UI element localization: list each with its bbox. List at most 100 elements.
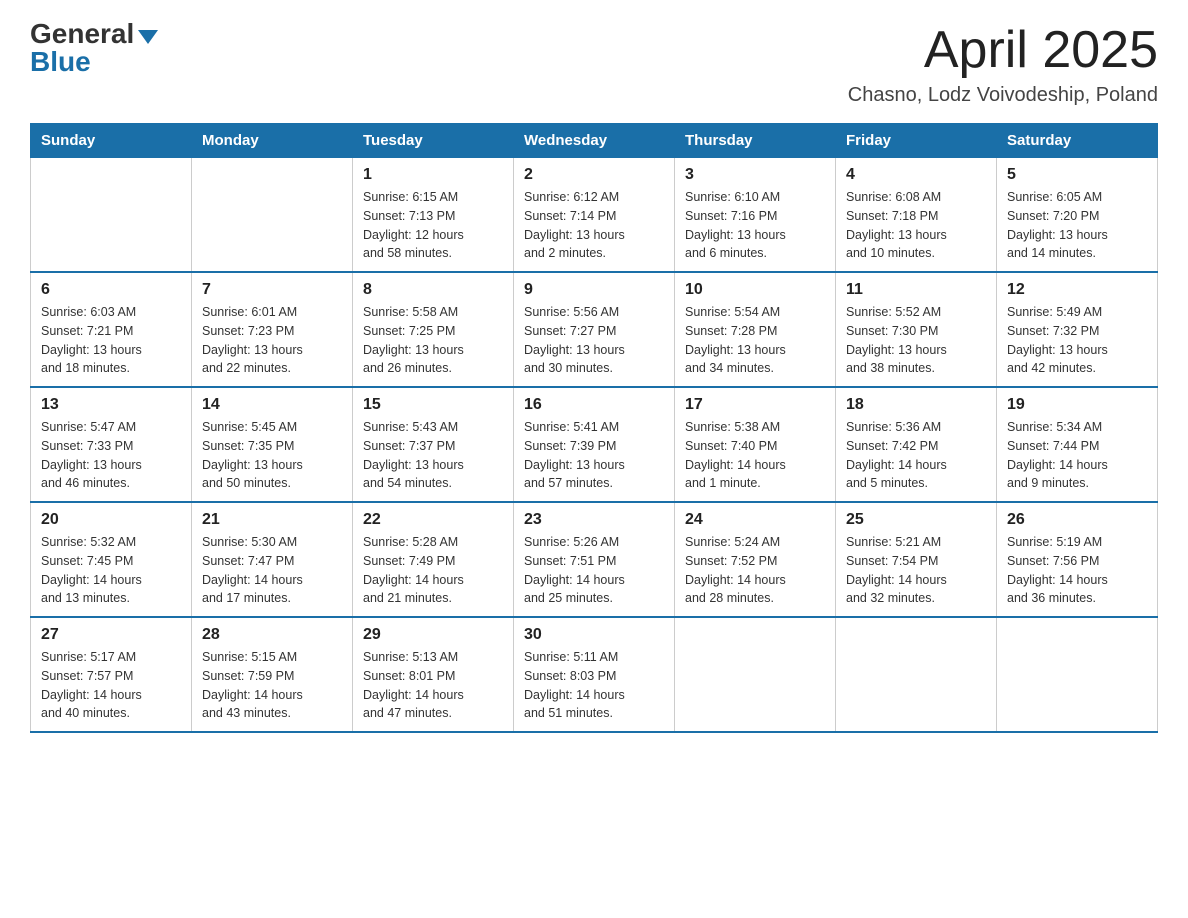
day-number: 22 (363, 511, 503, 529)
day-info: Sunrise: 5:41 AM Sunset: 7:39 PM Dayligh… (524, 418, 664, 493)
calendar-cell: 13 Sunrise: 5:47 AM Sunset: 7:33 PM Dayli… (31, 387, 192, 502)
calendar-week-row: 13 Sunrise: 5:47 AM Sunset: 7:33 PM Dayli… (31, 387, 1158, 502)
calendar-cell: 11 Sunrise: 5:52 AM Sunset: 7:30 PM Dayli… (836, 272, 997, 387)
day-number: 3 (685, 166, 825, 184)
weekday-header-thursday: Thursday (675, 124, 836, 158)
calendar-cell: 23Sunrise: 5:26 AM Sunset: 7:51 PM Dayli… (514, 502, 675, 617)
day-info: Sunrise: 5:54 AM Sunset: 7:28 PM Dayligh… (685, 303, 825, 378)
calendar-body: 1 Sunrise: 6:15 AM Sunset: 7:13 PM Daylig… (31, 158, 1158, 733)
calendar-cell: 25 Sunrise: 5:21 AM Sunset: 7:54 PM Dayli… (836, 502, 997, 617)
calendar-cell: 20 Sunrise: 5:32 AM Sunset: 7:45 PM Dayli… (31, 502, 192, 617)
calendar-cell: 5 Sunrise: 6:05 AM Sunset: 7:20 PM Daylig… (997, 158, 1158, 273)
day-number: 14 (202, 396, 342, 414)
day-number: 9 (524, 281, 664, 299)
calendar-cell: 6 Sunrise: 6:03 AM Sunset: 7:21 PM Daylig… (31, 272, 192, 387)
day-info: Sunrise: 5:19 AM Sunset: 7:56 PM Dayligh… (1007, 533, 1147, 608)
calendar-cell: 17Sunrise: 5:38 AM Sunset: 7:40 PM Dayli… (675, 387, 836, 502)
day-info: Sunrise: 5:30 AM Sunset: 7:47 PM Dayligh… (202, 533, 342, 608)
day-number: 27 (41, 626, 181, 644)
day-info: Sunrise: 5:24 AM Sunset: 7:52 PM Dayligh… (685, 533, 825, 608)
calendar-cell: 1 Sunrise: 6:15 AM Sunset: 7:13 PM Daylig… (353, 158, 514, 273)
calendar-cell: 7Sunrise: 6:01 AM Sunset: 7:23 PM Daylig… (192, 272, 353, 387)
day-info: Sunrise: 5:56 AM Sunset: 7:27 PM Dayligh… (524, 303, 664, 378)
calendar-cell (997, 617, 1158, 732)
day-number: 15 (363, 396, 503, 414)
month-title: April 2025 (848, 20, 1158, 80)
day-info: Sunrise: 5:11 AM Sunset: 8:03 PM Dayligh… (524, 648, 664, 723)
calendar-cell: 26 Sunrise: 5:19 AM Sunset: 7:56 PM Dayli… (997, 502, 1158, 617)
day-number: 5 (1007, 166, 1147, 184)
day-number: 13 (41, 396, 181, 414)
day-info: Sunrise: 5:49 AM Sunset: 7:32 PM Dayligh… (1007, 303, 1147, 378)
calendar-week-row: 1 Sunrise: 6:15 AM Sunset: 7:13 PM Daylig… (31, 158, 1158, 273)
calendar-cell (31, 158, 192, 273)
calendar-cell: 16Sunrise: 5:41 AM Sunset: 7:39 PM Dayli… (514, 387, 675, 502)
day-info: Sunrise: 5:17 AM Sunset: 7:57 PM Dayligh… (41, 648, 181, 723)
day-number: 25 (846, 511, 986, 529)
calendar-cell: 21 Sunrise: 5:30 AM Sunset: 7:47 PM Dayli… (192, 502, 353, 617)
day-number: 1 (363, 166, 503, 184)
calendar-week-row: 20 Sunrise: 5:32 AM Sunset: 7:45 PM Dayli… (31, 502, 1158, 617)
calendar-cell: 3 Sunrise: 6:10 AM Sunset: 7:16 PM Daylig… (675, 158, 836, 273)
calendar-cell: 27 Sunrise: 5:17 AM Sunset: 7:57 PM Dayli… (31, 617, 192, 732)
day-info: Sunrise: 5:32 AM Sunset: 7:45 PM Dayligh… (41, 533, 181, 608)
calendar-table: SundayMondayTuesdayWednesdayThursdayFrid… (30, 123, 1158, 733)
day-number: 24 (685, 511, 825, 529)
day-info: Sunrise: 5:34 AM Sunset: 7:44 PM Dayligh… (1007, 418, 1147, 493)
day-number: 28 (202, 626, 342, 644)
day-info: Sunrise: 6:12 AM Sunset: 7:14 PM Dayligh… (524, 188, 664, 263)
calendar-cell (836, 617, 997, 732)
weekday-header-sunday: Sunday (31, 124, 192, 158)
day-info: Sunrise: 6:08 AM Sunset: 7:18 PM Dayligh… (846, 188, 986, 263)
calendar-cell: 18 Sunrise: 5:36 AM Sunset: 7:42 PM Dayli… (836, 387, 997, 502)
day-info: Sunrise: 6:03 AM Sunset: 7:21 PM Dayligh… (41, 303, 181, 378)
day-info: Sunrise: 5:47 AM Sunset: 7:33 PM Dayligh… (41, 418, 181, 493)
logo: General Blue (30, 20, 158, 76)
calendar-cell: 2Sunrise: 6:12 AM Sunset: 7:14 PM Daylig… (514, 158, 675, 273)
day-info: Sunrise: 6:15 AM Sunset: 7:13 PM Dayligh… (363, 188, 503, 263)
calendar-cell: 29Sunrise: 5:13 AM Sunset: 8:01 PM Dayli… (353, 617, 514, 732)
weekday-header-wednesday: Wednesday (514, 124, 675, 158)
calendar-week-row: 6 Sunrise: 6:03 AM Sunset: 7:21 PM Daylig… (31, 272, 1158, 387)
calendar-cell: 10 Sunrise: 5:54 AM Sunset: 7:28 PM Dayli… (675, 272, 836, 387)
day-number: 29 (363, 626, 503, 644)
calendar-cell: 12 Sunrise: 5:49 AM Sunset: 7:32 PM Dayli… (997, 272, 1158, 387)
day-number: 11 (846, 281, 986, 299)
day-number: 19 (1007, 396, 1147, 414)
day-number: 21 (202, 511, 342, 529)
day-number: 30 (524, 626, 664, 644)
day-info: Sunrise: 5:45 AM Sunset: 7:35 PM Dayligh… (202, 418, 342, 493)
calendar-cell: 15 Sunrise: 5:43 AM Sunset: 7:37 PM Dayli… (353, 387, 514, 502)
calendar-cell: 19 Sunrise: 5:34 AM Sunset: 7:44 PM Dayli… (997, 387, 1158, 502)
day-number: 26 (1007, 511, 1147, 529)
weekday-header-friday: Friday (836, 124, 997, 158)
day-info: Sunrise: 5:15 AM Sunset: 7:59 PM Dayligh… (202, 648, 342, 723)
day-info: Sunrise: 5:52 AM Sunset: 7:30 PM Dayligh… (846, 303, 986, 378)
calendar-cell (675, 617, 836, 732)
calendar-cell: 4 Sunrise: 6:08 AM Sunset: 7:18 PM Daylig… (836, 158, 997, 273)
logo-blue-text: Blue (30, 46, 91, 77)
day-info: Sunrise: 5:38 AM Sunset: 7:40 PM Dayligh… (685, 418, 825, 493)
calendar-cell: 30 Sunrise: 5:11 AM Sunset: 8:03 PM Dayli… (514, 617, 675, 732)
day-info: Sunrise: 5:43 AM Sunset: 7:37 PM Dayligh… (363, 418, 503, 493)
day-number: 12 (1007, 281, 1147, 299)
calendar-week-row: 27 Sunrise: 5:17 AM Sunset: 7:57 PM Dayli… (31, 617, 1158, 732)
day-number: 18 (846, 396, 986, 414)
logo-general-text: General (30, 18, 134, 49)
day-number: 23 (524, 511, 664, 529)
day-info: Sunrise: 5:36 AM Sunset: 7:42 PM Dayligh… (846, 418, 986, 493)
weekday-header-saturday: Saturday (997, 124, 1158, 158)
day-info: Sunrise: 5:21 AM Sunset: 7:54 PM Dayligh… (846, 533, 986, 608)
day-info: Sunrise: 5:58 AM Sunset: 7:25 PM Dayligh… (363, 303, 503, 378)
day-info: Sunrise: 6:10 AM Sunset: 7:16 PM Dayligh… (685, 188, 825, 263)
weekday-header-row: SundayMondayTuesdayWednesdayThursdayFrid… (31, 124, 1158, 158)
calendar-cell: 28 Sunrise: 5:15 AM Sunset: 7:59 PM Dayli… (192, 617, 353, 732)
day-number: 10 (685, 281, 825, 299)
day-number: 4 (846, 166, 986, 184)
day-number: 6 (41, 281, 181, 299)
day-info: Sunrise: 6:05 AM Sunset: 7:20 PM Dayligh… (1007, 188, 1147, 263)
calendar-header: SundayMondayTuesdayWednesdayThursdayFrid… (31, 124, 1158, 158)
day-number: 8 (363, 281, 503, 299)
location: Chasno, Lodz Voivodeship, Poland (848, 84, 1158, 107)
day-number: 20 (41, 511, 181, 529)
